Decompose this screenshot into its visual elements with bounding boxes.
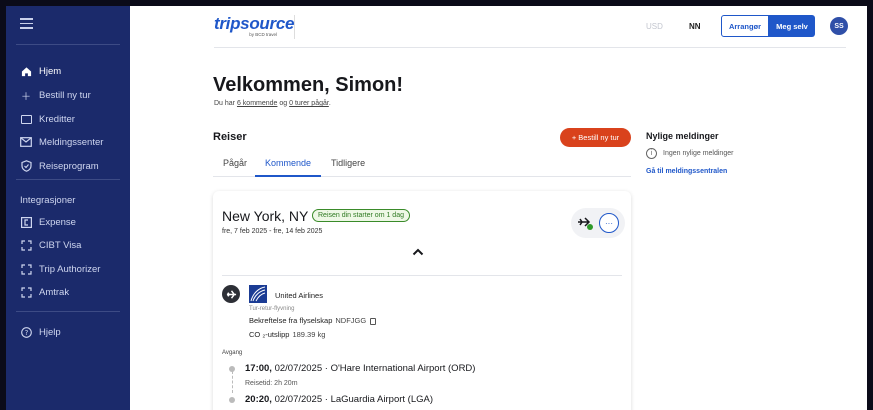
svg-text:?: ? xyxy=(24,329,28,337)
trip-tabs: Pågår Kommende Tidligere xyxy=(213,155,631,177)
sidebar-item-label: Amtrak xyxy=(39,286,70,298)
info-icon: i xyxy=(646,148,657,159)
airplane-icon xyxy=(222,285,240,303)
confirmation-code: NDFJGG xyxy=(335,316,367,325)
trip-destination: New York, NY xyxy=(222,208,309,224)
sidebar-item-label: Kreditter xyxy=(39,113,75,125)
sidebar-item-amtrak[interactable]: Amtrak xyxy=(20,283,69,301)
united-airlines-logo xyxy=(249,285,267,303)
travel-time: Reisetid: 2h 20m xyxy=(245,380,298,387)
credit-icon xyxy=(20,113,32,125)
divider xyxy=(16,44,120,45)
copy-icon[interactable] xyxy=(370,317,377,325)
language-selector[interactable]: NN xyxy=(689,22,701,31)
message-center-link[interactable]: Gå til meldingssentralen xyxy=(646,168,727,175)
sidebar-item-label: Meldingssenter xyxy=(39,136,104,148)
sidebar: Hjem ＋ Bestill ny tur Kreditter Meldings… xyxy=(6,6,130,410)
sidebar-section-title: Integrasjoner xyxy=(20,195,76,206)
messages-title: Nylige meldinger xyxy=(646,131,719,141)
sidebar-item-label: Hjelp xyxy=(39,326,61,338)
sidebar-item-reiseprogram[interactable]: Reiseprogram xyxy=(20,157,99,175)
help-icon: ? xyxy=(20,326,32,338)
tab-kommende[interactable]: Kommende xyxy=(265,158,311,168)
sidebar-item-bestill[interactable]: ＋ Bestill ny tur xyxy=(20,86,91,104)
page-title: Velkommen, Simon! xyxy=(213,74,404,96)
sidebar-item-cibt-visa[interactable]: CIBT Visa xyxy=(20,236,81,254)
trip-actions: ··· xyxy=(571,208,625,238)
menu-icon[interactable] xyxy=(20,18,33,32)
timeline-line xyxy=(232,371,233,393)
sidebar-item-label: Expense xyxy=(39,216,76,228)
sidebar-item-hjelp[interactable]: ? Hjelp xyxy=(20,323,61,341)
trip-summary: Du har 6 kommende og 0 turer pågår. xyxy=(214,100,331,107)
frame-icon xyxy=(20,286,32,298)
divider xyxy=(16,179,120,180)
sidebar-item-label: Reiseprogram xyxy=(39,160,99,172)
home-icon xyxy=(20,65,32,77)
active-tab-indicator xyxy=(255,175,321,177)
sidebar-item-label: CIBT Visa xyxy=(39,239,82,251)
sidebar-item-meldingssenter[interactable]: Meldingssenter xyxy=(20,133,103,151)
divider xyxy=(16,311,120,312)
co2-row: CO ₂-utslipp 189.39 kg xyxy=(249,330,326,339)
sidebar-item-label: Bestill ny tur xyxy=(39,89,91,101)
frame-icon xyxy=(20,239,32,251)
upcoming-trips-link[interactable]: 6 kommende xyxy=(237,100,277,107)
book-trip-button[interactable]: + Bestill ny tur xyxy=(560,128,631,147)
expense-icon xyxy=(20,216,32,228)
more-options-icon[interactable]: ··· xyxy=(599,213,619,233)
sidebar-item-kreditter[interactable]: Kreditter xyxy=(20,110,75,128)
check-icon xyxy=(587,224,593,230)
sidebar-item-trip-authorizer[interactable]: Trip Authorizer xyxy=(20,260,100,278)
sidebar-item-hjem[interactable]: Hjem xyxy=(20,62,61,80)
departure-label: Avgang xyxy=(222,350,243,356)
ongoing-trips-link[interactable]: 0 turer pågår xyxy=(289,100,329,107)
app-window: Hjem ＋ Bestill ny tur Kreditter Meldings… xyxy=(6,6,867,410)
avatar[interactable]: SS xyxy=(830,17,848,35)
arrival-info: 20:20, 02/07/2025 · LaGuardia Airport (L… xyxy=(245,394,434,405)
divider xyxy=(214,47,846,48)
trip-card[interactable]: New York, NY Reisen din starter om 1 dag… xyxy=(213,191,631,410)
confirmation-row: Bekreftelse fra flyselskap NDFJGG xyxy=(249,316,377,325)
frame-icon xyxy=(20,263,32,275)
tripsource-logo[interactable]: tripsource by BCD travel xyxy=(214,14,294,37)
timeline-dot xyxy=(229,397,235,403)
shield-icon xyxy=(20,160,32,172)
sidebar-item-expense[interactable]: Expense xyxy=(20,213,76,231)
meg-selv-button[interactable]: Meg selv xyxy=(769,15,815,37)
arranger-button[interactable]: Arrangør xyxy=(721,15,769,37)
route-type: Tur-retur-flyvning xyxy=(249,306,295,312)
airline-name: United Airlines xyxy=(275,291,323,300)
plus-icon: ＋ xyxy=(21,91,31,103)
divider xyxy=(294,15,295,39)
status-badge: Reisen din starter om 1 dag xyxy=(312,209,410,222)
mail-icon xyxy=(20,136,32,148)
chevron-up-icon[interactable] xyxy=(412,243,424,259)
trips-heading: Reiser xyxy=(213,131,247,143)
sidebar-item-label: Trip Authorizer xyxy=(39,263,101,275)
messages-empty: Ingen nylige meldinger xyxy=(663,150,734,157)
top-bar: tripsource by BCD travel USD NN Arrangør… xyxy=(130,6,867,48)
departure-info: 17:00, 02/07/2025 · O'Hare International… xyxy=(245,363,476,374)
sidebar-item-label: Hjem xyxy=(39,65,62,77)
currency-selector[interactable]: USD xyxy=(646,22,663,31)
tab-pagar[interactable]: Pågår xyxy=(223,158,247,168)
trip-dates: fre, 7 feb 2025 - fre, 14 feb 2025 xyxy=(222,228,323,235)
divider xyxy=(222,275,622,276)
tab-tidligere[interactable]: Tidligere xyxy=(331,158,365,168)
